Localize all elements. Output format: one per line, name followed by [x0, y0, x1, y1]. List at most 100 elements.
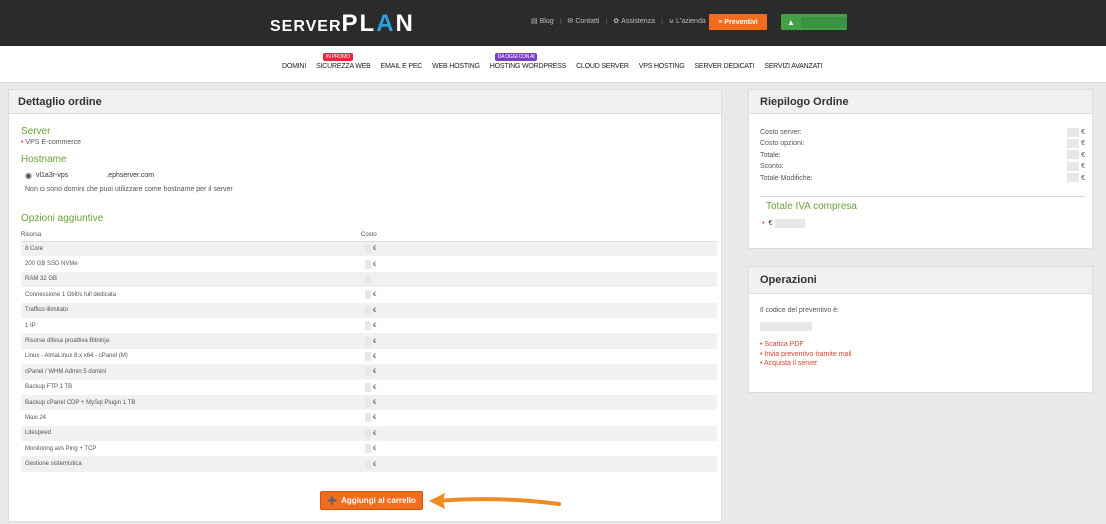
contatti-link[interactable]: ✉ Contatti: [567, 17, 599, 25]
add-to-cart-button[interactable]: ➕ Aggiungi al carrello: [320, 491, 423, 510]
summary-label: Sconto:: [760, 163, 784, 171]
cost-value: €: [373, 446, 377, 453]
iva-value-row: • €: [762, 219, 806, 228]
order-detail-panel: Dettaglio ordine Server • VPS E-commerce…: [8, 89, 722, 522]
price-box: [365, 290, 371, 300]
cost-cell: €: [361, 410, 717, 425]
link-label: Blog: [539, 18, 554, 25]
azienda-link[interactable]: ⊌ L'azienda: [669, 17, 706, 25]
preventivi-button[interactable]: ≡ Preventivi: [709, 14, 767, 30]
price-box: [365, 305, 371, 315]
radio-selected-icon[interactable]: ◉: [25, 171, 32, 180]
cart-icon: ⊌: [668, 18, 674, 25]
cost-value: €: [373, 415, 377, 422]
hostname-option[interactable]: ◉ vl1a3r-vps .ephserver.com: [25, 171, 154, 180]
cart-icon: ➕: [327, 496, 338, 505]
value-box: [775, 219, 806, 228]
iva-title: Totale IVA compresa: [766, 201, 857, 212]
nav-label: SICUREZZA WEB: [316, 63, 371, 70]
download-pdf-link[interactable]: • Scarica PDF: [760, 340, 852, 350]
logo-accent: A: [376, 10, 396, 37]
currency: €: [1081, 129, 1085, 136]
nav-sicurezza-web[interactable]: IN PROMO SICUREZZA WEB: [316, 53, 371, 70]
price-box: [365, 274, 371, 284]
table-row: 1 IP €: [21, 318, 717, 333]
cost-value: €: [373, 323, 377, 330]
cost-cell: €: [361, 256, 717, 271]
serverplan-logo[interactable]: SERVER PL A N: [270, 10, 415, 37]
column-header-cost: Costo: [361, 229, 717, 242]
table-row: Litespeed €: [21, 425, 717, 442]
nav-hosting-wordpress[interactable]: DA OGGI CON AI HOSTING WORDPRESS: [490, 53, 566, 70]
separator: |: [559, 17, 562, 25]
nav-email-pec[interactable]: EMAIL E PEC: [381, 63, 423, 70]
cost-cell: €: [361, 241, 717, 257]
price-box: [365, 244, 371, 254]
action-label: Acquista il server: [764, 360, 818, 367]
resource-cell: RAM 32 GB: [21, 271, 361, 288]
table-row: Backup FTP 1 TB €: [21, 380, 717, 395]
nav-vps-hosting[interactable]: VPS HOSTING: [639, 63, 685, 70]
order-summary-panel: Riepilogo Ordine Costo server: € Costo o…: [748, 89, 1093, 249]
cost-cell: €: [361, 380, 717, 395]
resource-cell: Traffico illimitato: [21, 302, 361, 318]
top-bar: SERVER PL A N ▤ Blog | ✉ Contatti | ✿ Assisten…: [0, 0, 1106, 46]
hostname-input[interactable]: vl1a3r-vps: [36, 172, 68, 179]
server-section-title: Server: [21, 126, 51, 137]
table-row: Monitoring avs Ping + TCP €: [21, 441, 717, 456]
nav-domini[interactable]: DOMINI: [282, 63, 306, 70]
cost-value: €: [373, 338, 377, 345]
options-section-title: Opzioni aggiuntive: [21, 213, 104, 224]
options-table: Risorsa Costo 8 Core € 200 GB SSD NVMe € R…: [21, 229, 717, 472]
table-row: Traffico illimitato €: [21, 302, 717, 318]
table-row: RAM 32 GB: [21, 271, 717, 288]
assistenza-link[interactable]: ✿ Assistenza: [613, 17, 655, 25]
cost-value: €: [373, 461, 377, 468]
cost-value: €: [373, 384, 377, 391]
cost-value: €: [373, 261, 377, 268]
table-row: Risorse difesa proattiva Bitninja €: [21, 333, 717, 349]
cost-value: €: [373, 369, 377, 376]
nav-servizi-avanzati[interactable]: SERVIZI AVANZATI: [764, 63, 822, 70]
user-account-button[interactable]: ▲: [781, 14, 847, 30]
cost-cell: €: [361, 287, 717, 302]
main-nav: DOMINI IN PROMO SICUREZZA WEB EMAIL E PE…: [282, 53, 823, 70]
summary-value: €: [1067, 161, 1085, 172]
resource-cell: Gestione sistemistica: [21, 456, 361, 472]
arrow-annotation-icon: [429, 493, 561, 509]
summary-line: Costo server: €: [760, 127, 1085, 138]
nav-server-dedicati[interactable]: SERVER DEDICATI: [694, 63, 754, 70]
link-label: L'azienda: [675, 18, 706, 25]
resource-cell: Risorse difesa proattiva Bitninja: [21, 333, 361, 349]
price-box: [365, 259, 371, 269]
resource-cell: Linux - AlmaLinux 8.x x64 - cPanel (M): [25, 353, 128, 360]
add-to-cart-label: Aggiungi al carrello: [341, 496, 416, 505]
value-box: [1067, 127, 1080, 137]
cost-cell: €: [361, 349, 717, 364]
resource-cell: Connessione 1 Gbit/s full dedicata: [25, 291, 117, 298]
cost-cell: [361, 271, 717, 288]
panel-title: Dettaglio ordine: [9, 90, 721, 114]
currency: €: [1081, 163, 1085, 171]
bullet: •: [21, 139, 24, 146]
table-row: Gestione sistemistica €: [21, 456, 717, 472]
blog-link[interactable]: ▤ Blog: [531, 17, 554, 25]
send-quote-mail-link[interactable]: • Invia preventivo tramite mail: [760, 350, 852, 360]
cost-cell: €: [361, 302, 717, 318]
resource-cell: 200 GB SSD NVMe: [25, 261, 78, 268]
hostname-domain: .ephserver.com: [106, 172, 155, 179]
summary-label: Costo server:: [760, 129, 802, 136]
value-box: [1067, 173, 1080, 183]
cost-value: €: [373, 400, 377, 407]
cost-cell: €: [361, 425, 717, 442]
nav-web-hosting[interactable]: WEB HOSTING: [432, 63, 480, 70]
summary-line: Costo opzioni: €: [760, 138, 1085, 149]
promo-badge: IN PROMO: [323, 53, 353, 61]
price-box: [365, 413, 371, 423]
ai-badge: DA OGGI CON AI: [494, 53, 538, 61]
currency: €: [1081, 151, 1085, 159]
summary-value: €: [1067, 150, 1085, 161]
buy-server-link[interactable]: • Acquista il server: [760, 359, 852, 369]
nav-cloud-server[interactable]: CLOUD SERVER: [576, 63, 629, 70]
currency: €: [1081, 140, 1085, 148]
